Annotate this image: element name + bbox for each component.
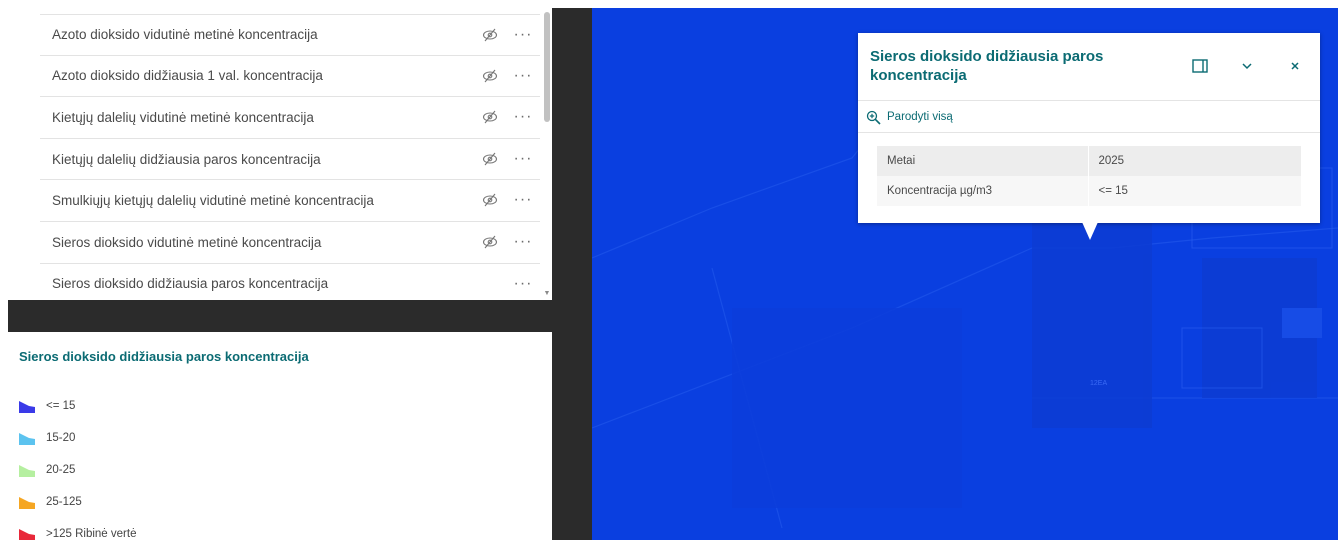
scroll-down-icon[interactable]: ▼ xyxy=(543,290,551,298)
popup-pointer xyxy=(1082,222,1098,240)
dock-button[interactable] xyxy=(1188,55,1212,77)
legend-item: 15-20 xyxy=(18,428,75,448)
attribute-row: Metai 2025 xyxy=(877,146,1301,176)
popup-divider xyxy=(858,100,1320,101)
layer-label[interactable]: Azoto dioksido didžiausia 1 val. koncent… xyxy=(52,68,323,83)
layer-row[interactable]: Smulkiųjų kietųjų dalelių vidutinė metin… xyxy=(40,180,540,222)
more-options-icon[interactable]: ··· xyxy=(512,232,534,252)
legend-label: 20-25 xyxy=(46,464,76,476)
collapse-button[interactable] xyxy=(1235,55,1259,77)
more-options-icon[interactable]: ··· xyxy=(512,25,534,45)
close-icon xyxy=(1291,62,1299,70)
chevron-down-icon xyxy=(1242,63,1252,70)
legend-label: 25-125 xyxy=(46,496,82,508)
popup-title: Sieros dioksido didžiausia paros koncent… xyxy=(870,48,1104,84)
layer-row[interactable]: Sieros dioksido vidutinė metinė koncentr… xyxy=(40,222,540,264)
eye-off-icon[interactable] xyxy=(482,69,498,83)
legend-panel: Sieros dioksido didžiausia paros koncent… xyxy=(8,332,552,540)
eye-off-icon[interactable] xyxy=(482,110,498,124)
legend-item: 20-25 xyxy=(18,460,75,480)
layer-label[interactable]: Sieros dioksido didžiausia paros koncent… xyxy=(52,276,328,291)
legend-swatch xyxy=(19,529,35,540)
panel-separator xyxy=(552,8,592,540)
scrollbar-thumb[interactable] xyxy=(544,12,550,122)
attribute-row: Koncentracija µg/m3 <= 15 xyxy=(877,176,1301,206)
legend-swatch xyxy=(19,497,35,509)
layer-label[interactable]: Smulkiųjų kietųjų dalelių vidutinė metin… xyxy=(52,193,374,208)
legend-title: Sieros dioksido didžiausia paros koncent… xyxy=(19,349,309,364)
layer-label[interactable]: Kietųjų dalelių vidutinė metinė koncentr… xyxy=(52,110,314,125)
attribute-table: Metai 2025 Koncentracija µg/m3 <= 15 xyxy=(877,146,1301,206)
more-options-icon[interactable]: ··· xyxy=(512,274,534,294)
panel-separator xyxy=(8,300,552,332)
layer-row[interactable]: Kietųjų dalelių didžiausia paros koncent… xyxy=(40,139,540,181)
attribute-key: Metai xyxy=(877,146,1089,176)
layer-row[interactable]: Azoto dioksido vidutinė metinė koncentra… xyxy=(40,14,540,56)
layer-row[interactable]: Kietųjų dalelių vidutinė metinė koncentr… xyxy=(40,97,540,139)
attribute-value: 2025 xyxy=(1088,146,1301,176)
legend-item: <= 15 xyxy=(18,396,75,416)
map-faint-label: 12EA xyxy=(1090,380,1107,387)
eye-off-icon[interactable] xyxy=(482,152,498,166)
legend-swatch xyxy=(19,465,35,477)
layer-label[interactable]: Azoto dioksido vidutinė metinė koncentra… xyxy=(52,27,318,42)
legend-label: 15-20 xyxy=(46,432,76,444)
legend-label: >125 Ribinė vertė xyxy=(46,528,137,540)
popup-divider xyxy=(858,132,1320,133)
more-options-icon[interactable]: ··· xyxy=(512,190,534,210)
eye-off-icon[interactable] xyxy=(482,28,498,42)
eye-off-icon[interactable] xyxy=(482,193,498,207)
legend-swatch xyxy=(19,401,35,413)
legend-label: <= 15 xyxy=(46,400,76,412)
zoom-label[interactable]: Parodyti visą xyxy=(887,111,953,123)
attribute-value: <= 15 xyxy=(1088,176,1301,206)
legend-item: >125 Ribinė vertė xyxy=(18,524,136,540)
layer-row[interactable]: Azoto dioksido didžiausia 1 val. koncent… xyxy=(40,56,540,98)
legend-swatch xyxy=(19,433,35,445)
zoom-in-icon xyxy=(866,110,881,125)
attribute-key: Koncentracija µg/m3 xyxy=(877,176,1089,206)
eye-off-icon[interactable] xyxy=(482,235,498,249)
layer-list-panel: Azoto dioksido vidutinė metinė koncentra… xyxy=(8,8,552,300)
zoom-to-link[interactable]: Parodyti visą xyxy=(866,108,953,126)
close-button[interactable] xyxy=(1283,55,1307,77)
layer-label[interactable]: Sieros dioksido vidutinė metinė koncentr… xyxy=(52,235,321,250)
layer-list: Azoto dioksido vidutinė metinė koncentra… xyxy=(40,14,540,300)
more-options-icon[interactable]: ··· xyxy=(512,66,534,86)
layer-list-scrollbar[interactable]: ▼ xyxy=(543,12,551,300)
dock-icon xyxy=(1192,59,1208,73)
more-options-icon[interactable]: ··· xyxy=(512,149,534,169)
legend-item: 25-125 xyxy=(18,492,82,512)
more-options-icon[interactable]: ··· xyxy=(512,107,534,127)
layer-label[interactable]: Kietųjų dalelių didžiausia paros koncent… xyxy=(52,152,321,167)
feature-popup: Sieros dioksido didžiausia paros koncent… xyxy=(858,33,1320,223)
layer-row-active[interactable]: Sieros dioksido didžiausia paros koncent… xyxy=(40,264,540,300)
